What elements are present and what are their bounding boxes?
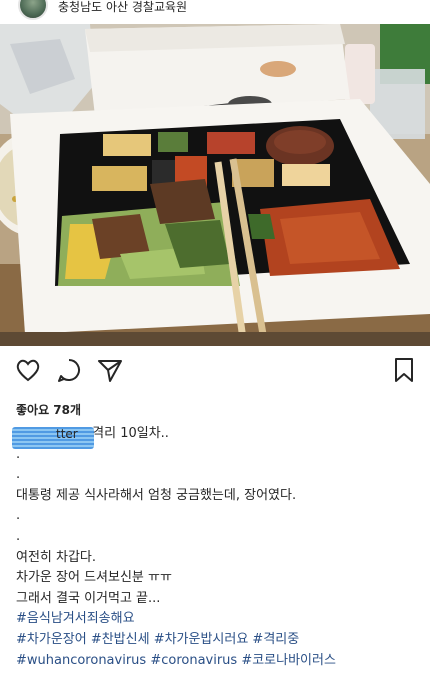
- post-location[interactable]: 충청남도 아산 경찰교육원: [58, 0, 187, 14]
- caption-line: .: [16, 508, 21, 524]
- hashtag-line[interactable]: #차가운장어 #찬밥신세 #차가운밥시러요 #격리중: [16, 630, 420, 651]
- caption-first-line: tter 격리 10일차..: [12, 424, 420, 449]
- caption-line: 여전히 차갑다.: [16, 549, 97, 565]
- bookmark-icon[interactable]: [390, 356, 418, 384]
- caption-line: 대통령 제공 식사라해서 엄청 궁금했는데, 장어였다.: [16, 487, 297, 503]
- hashtag-line[interactable]: #wuhancoronavirus #coronavirus #코로나바이러스: [16, 651, 420, 672]
- comment-icon[interactable]: [55, 356, 83, 384]
- send-icon[interactable]: [96, 356, 124, 384]
- post-caption: tter 격리 10일차.. . . 대통령 제공 식사라해서 엄청 궁금했는데…: [12, 424, 420, 672]
- lunchbox-photo: [0, 24, 430, 346]
- hashtag-line[interactable]: #음식남겨서죄송해요: [16, 609, 420, 630]
- action-bar: [0, 356, 430, 386]
- caption-line: 그래서 결국 이거먹고 끝...: [16, 590, 161, 606]
- caption-line: 차가운 장어 드셔보신분 ㅠㅠ: [16, 570, 172, 586]
- caption-line: .: [16, 467, 21, 483]
- caption-line: .: [16, 528, 21, 544]
- avatar[interactable]: [18, 0, 48, 20]
- post-header: 충청남도 아산 경찰교육원: [0, 0, 430, 22]
- username-redaction: [12, 427, 94, 449]
- likes-count[interactable]: 좋아요 78개: [16, 401, 81, 418]
- caption-title: 격리 10일차..: [92, 426, 169, 441]
- post-photo[interactable]: [0, 24, 430, 346]
- heart-icon[interactable]: [14, 356, 42, 384]
- username[interactable]: tter: [12, 424, 94, 449]
